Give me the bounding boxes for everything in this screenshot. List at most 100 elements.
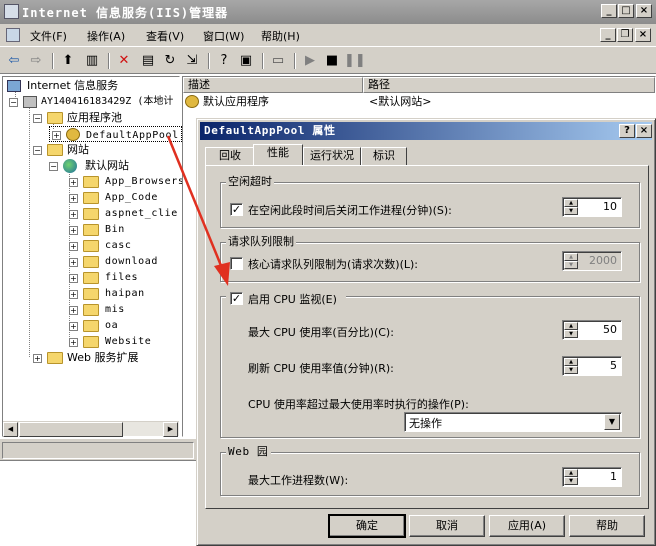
expand-icon[interactable]: + bbox=[52, 131, 61, 140]
delete-icon[interactable]: ✕ bbox=[114, 51, 134, 71]
garden-group-title: Web 园 bbox=[226, 445, 271, 458]
cpu-max-spinner[interactable]: ▲ ▼ 50 bbox=[562, 320, 622, 340]
iis-root-icon bbox=[7, 80, 21, 92]
tree-default-pool[interactable]: + DefaultAppPool bbox=[49, 126, 182, 142]
stop-icon[interactable]: ■ bbox=[322, 51, 342, 71]
tab-performance[interactable]: 性能 bbox=[253, 144, 303, 165]
app-icon bbox=[185, 95, 199, 108]
list-row-path: <默认网站> bbox=[369, 95, 432, 108]
queue-limit-spinner[interactable]: ▲ ▼ 2000 bbox=[562, 251, 622, 271]
child-minimize-button[interactable]: _ bbox=[600, 28, 616, 42]
maximize-button[interactable]: □ bbox=[618, 4, 634, 18]
spin-down-icon[interactable]: ▼ bbox=[564, 477, 578, 485]
garden-spinner[interactable]: ▲ ▼ 1 bbox=[562, 467, 622, 487]
menu-action[interactable]: 操作(A) bbox=[87, 28, 125, 44]
performance-tab-page: 空闲超时 ✓ 在空闲此段时间后关闭工作进程(分钟)(S): ▲ ▼ 10 请求队列… bbox=[205, 165, 649, 509]
idle-checkbox[interactable]: ✓ bbox=[230, 203, 243, 216]
spin-up-icon[interactable]: ▲ bbox=[564, 469, 578, 477]
refresh-icon[interactable]: ↻ bbox=[160, 51, 180, 71]
expand-icon[interactable]: + bbox=[69, 210, 78, 219]
scroll-thumb[interactable] bbox=[19, 422, 123, 437]
up-level-icon[interactable]: ⬆ bbox=[58, 51, 78, 71]
help-button[interactable]: 帮助 bbox=[569, 515, 645, 537]
spin-up-icon[interactable]: ▲ bbox=[564, 358, 578, 366]
menu-view[interactable]: 查看(V) bbox=[146, 28, 184, 44]
expand-icon[interactable]: + bbox=[69, 194, 78, 203]
child-close-button[interactable]: × bbox=[635, 28, 651, 42]
expand-icon[interactable]: + bbox=[69, 242, 78, 251]
tab-health[interactable]: 运行状况 bbox=[303, 147, 361, 165]
scroll-right-icon[interactable]: ▶ bbox=[163, 422, 178, 437]
help-icon[interactable]: ? bbox=[214, 51, 234, 71]
menu-help[interactable]: 帮助(H) bbox=[261, 28, 300, 44]
globe-icon bbox=[63, 159, 77, 173]
cpu-checkbox[interactable]: ✓ bbox=[230, 292, 243, 305]
folder-icon bbox=[47, 352, 63, 364]
expand-icon[interactable]: + bbox=[69, 274, 78, 283]
idle-timeout-spinner[interactable]: ▲ ▼ 10 bbox=[562, 197, 622, 217]
menu-file[interactable]: 文件(F) bbox=[30, 28, 67, 44]
folder-icon bbox=[47, 144, 63, 156]
properties-dialog: DefaultAppPool 属性 ? × 回收 性能 运行状况 标识 空闲超时… bbox=[196, 118, 656, 546]
forward-icon[interactable]: ⇨ bbox=[26, 51, 46, 71]
spin-up-icon[interactable]: ▲ bbox=[564, 199, 578, 207]
tree-folder[interactable]: + aspnet_clier bbox=[69, 206, 179, 222]
folder-icon bbox=[47, 112, 63, 124]
collapse-icon[interactable]: − bbox=[33, 146, 42, 155]
tree-hscrollbar[interactable]: ◀ ▶ bbox=[3, 421, 179, 437]
status-cell bbox=[2, 442, 194, 459]
server-icon bbox=[23, 96, 37, 108]
spin-down-icon[interactable]: ▼ bbox=[564, 366, 578, 374]
idle-label: 在空闲此段时间后关闭工作进程(分钟)(S): bbox=[248, 204, 452, 217]
folder-icon bbox=[83, 192, 99, 204]
play-icon[interactable]: ▶ bbox=[300, 51, 320, 71]
child-restore-button[interactable]: ❐ bbox=[617, 28, 633, 42]
list-row[interactable]: 默认应用程序 bbox=[185, 94, 269, 110]
collapse-icon[interactable]: − bbox=[49, 162, 58, 171]
cpu-max-label: 最大 CPU 使用率(百分比)(C): bbox=[248, 326, 394, 339]
pause-icon[interactable]: ❚❚ bbox=[344, 51, 366, 71]
expand-icon[interactable]: + bbox=[69, 290, 78, 299]
dialog-close-button[interactable]: × bbox=[636, 124, 652, 138]
collapse-icon[interactable]: − bbox=[33, 114, 42, 123]
collapse-icon[interactable]: − bbox=[9, 98, 18, 107]
spin-down-icon[interactable]: ▼ bbox=[564, 207, 578, 215]
expand-icon[interactable]: + bbox=[69, 178, 78, 187]
cancel-button[interactable]: 取消 bbox=[409, 515, 485, 537]
queue-checkbox[interactable] bbox=[230, 257, 243, 270]
tab-identity[interactable]: 标识 bbox=[361, 147, 407, 165]
show-tree-icon[interactable]: ▥ bbox=[82, 51, 102, 71]
expand-icon[interactable]: + bbox=[69, 258, 78, 267]
menu-window[interactable]: 窗口(W) bbox=[203, 28, 244, 44]
expand-icon[interactable]: + bbox=[69, 322, 78, 331]
scroll-left-icon[interactable]: ◀ bbox=[3, 422, 18, 437]
folder-icon bbox=[83, 336, 99, 348]
tab-recycle[interactable]: 回收 bbox=[205, 147, 255, 165]
minimize-button[interactable]: _ bbox=[601, 4, 617, 18]
export-icon[interactable]: ⇲ bbox=[182, 51, 202, 71]
expand-icon[interactable]: + bbox=[69, 226, 78, 235]
cpu-refresh-spinner[interactable]: ▲ ▼ 5 bbox=[562, 356, 622, 376]
col-desc-header[interactable]: 描述 bbox=[183, 77, 363, 93]
col-path-header[interactable]: 路径 bbox=[363, 77, 655, 93]
tree-server[interactable]: − AY140416183429Z (本地计 bbox=[9, 94, 179, 110]
ok-button[interactable]: 确定 bbox=[328, 514, 406, 538]
computer-icon[interactable]: ▭ bbox=[268, 51, 288, 71]
spin-down-icon[interactable]: ▼ bbox=[564, 261, 578, 269]
expand-icon[interactable]: + bbox=[69, 338, 78, 347]
cpu-action-select[interactable]: 无操作 ▼ bbox=[404, 412, 622, 432]
close-button[interactable]: × bbox=[636, 4, 652, 18]
expand-icon[interactable]: + bbox=[33, 354, 42, 363]
spin-up-icon[interactable]: ▲ bbox=[564, 253, 578, 261]
back-icon[interactable]: ⇦ bbox=[4, 51, 24, 71]
properties-icon[interactable]: ▤ bbox=[138, 51, 158, 71]
chevron-down-icon[interactable]: ▼ bbox=[604, 414, 620, 430]
garden-label: 最大工作进程数(W): bbox=[248, 474, 349, 487]
expand-icon[interactable]: + bbox=[69, 306, 78, 315]
spin-up-icon[interactable]: ▲ bbox=[564, 322, 578, 330]
apply-button[interactable]: 应用(A) bbox=[489, 515, 565, 537]
dialog-help-button[interactable]: ? bbox=[619, 124, 635, 138]
console-icon[interactable]: ▣ bbox=[236, 51, 256, 71]
spin-down-icon[interactable]: ▼ bbox=[564, 330, 578, 338]
queue-label: 核心请求队列限制为(请求次数)(L): bbox=[248, 258, 418, 271]
